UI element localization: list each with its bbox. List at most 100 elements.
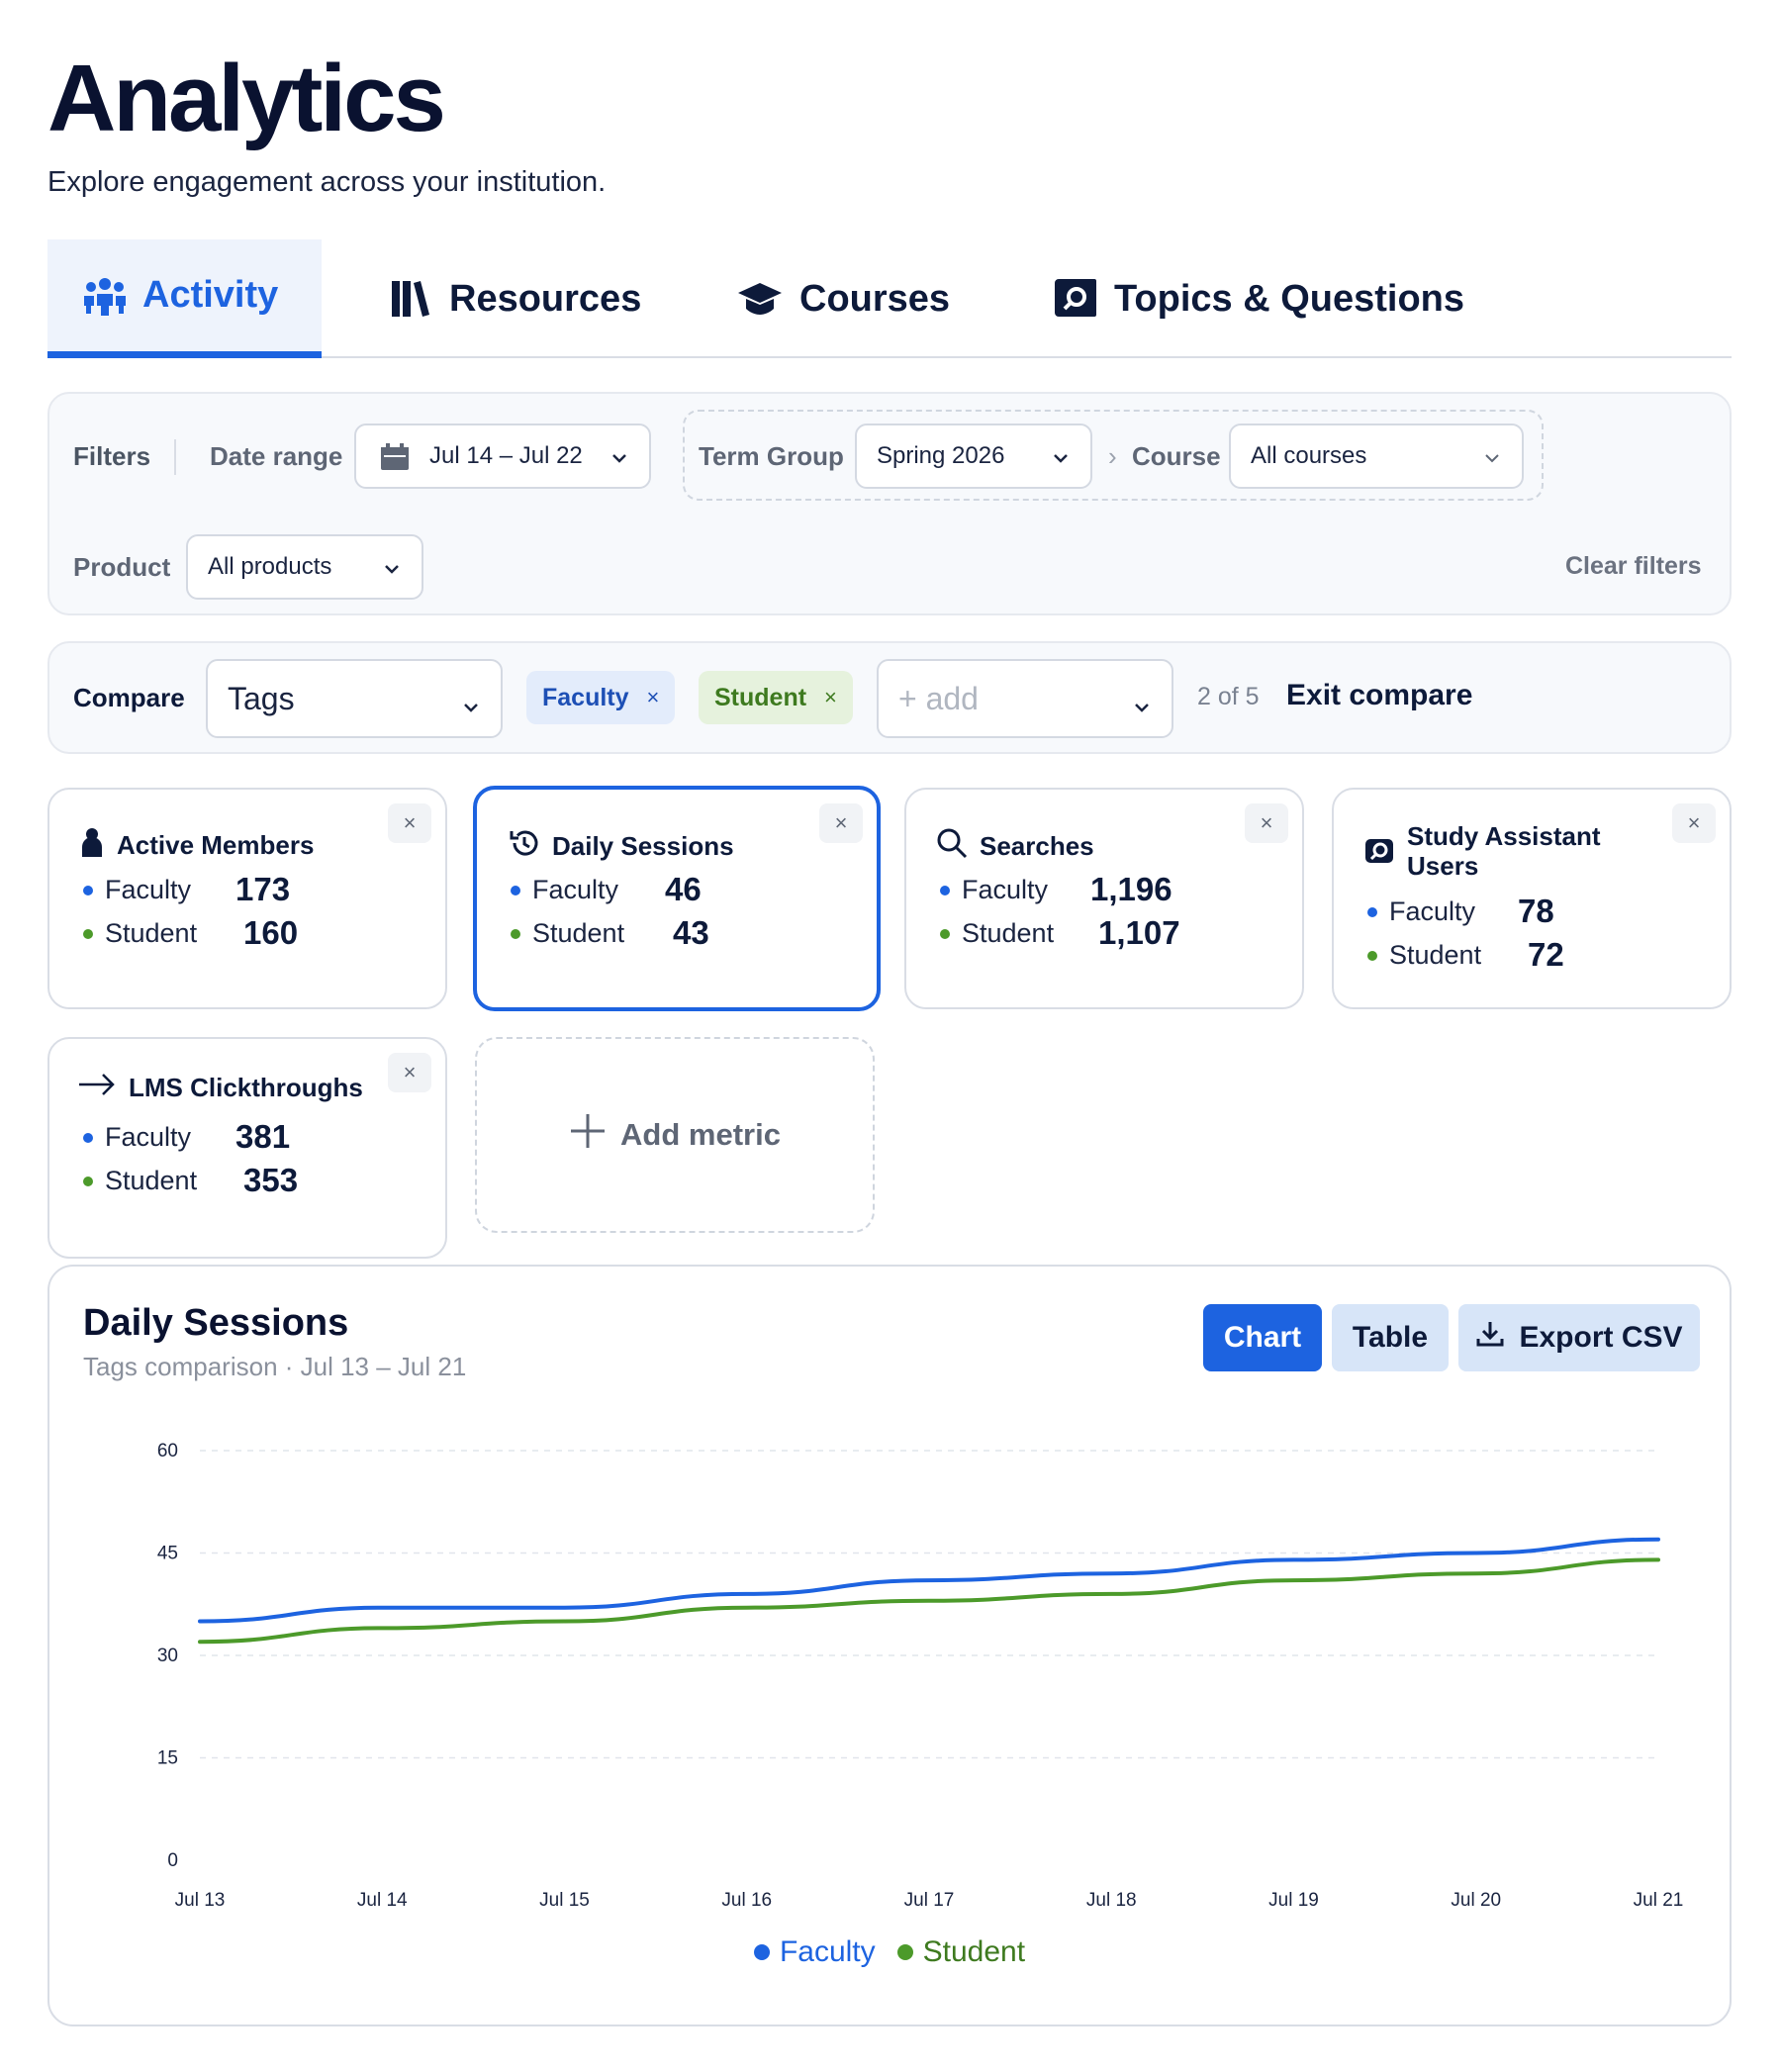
topic-search-icon [1053,277,1098,321]
metric-title: Study Assistant Users [1407,821,1601,881]
add-tag-placeholder: + add [898,680,979,716]
faculty-row: Faculty [1367,896,1475,927]
search-icon [936,827,968,866]
metric-card-lms-clickthroughs[interactable]: LMS Clickthroughs × Faculty 381 Student … [47,1037,447,1259]
remove-metric-button[interactable]: × [388,1053,431,1092]
course-select[interactable]: All courses [1229,424,1524,489]
tab-bar: Activity Resources Courses Topics & Ques… [47,239,1732,358]
tab-label: Topics & Questions [1114,277,1465,320]
download-icon [1475,1319,1505,1357]
chart-view-button[interactable]: Chart [1203,1304,1322,1371]
student-value: 160 [243,914,299,951]
legend-label: Faculty [779,1935,876,1968]
faculty-dot [1367,906,1377,917]
plus-icon [569,1112,607,1158]
student-dot [83,1176,93,1186]
faculty-value: 381 [235,1118,291,1155]
student-dot [511,928,520,939]
graduation-cap-icon [736,279,784,319]
metric-card-daily-sessions[interactable]: Daily Sessions × Faculty 46 Student 43 [473,786,881,1011]
x-tick-label: Jul 19 [1268,1890,1319,1911]
metric-card-study-assistant-users[interactable]: Study Assistant Users × Faculty 78 Stude… [1332,788,1732,1009]
history-icon [509,827,540,866]
student-value: 72 [1528,936,1564,973]
legend-dot [896,1944,913,1960]
legend-dot [753,1944,770,1960]
compare-by-select[interactable]: Tags [206,659,503,738]
chip-faculty: Faculty × [526,671,676,724]
chevron-down-icon [461,689,481,725]
faculty-value: 173 [235,871,291,907]
product-select[interactable]: All products [186,534,423,600]
faculty-dot [511,885,520,895]
line-chart: 60 45 30 15 0 Jul 13 Jul 14 Jul 15 Jul 16 Jul 17 J… [157,1441,1683,1911]
legend-item-faculty[interactable]: Faculty [753,1935,876,1969]
series-label: Faculty [532,875,619,904]
metric-title-line: Users [1407,851,1479,881]
add-metric-label: Add metric [620,1117,781,1152]
chart-legend: Faculty Student [49,1935,1730,1969]
compare-by-value: Tags [228,680,295,716]
series-label: Student [105,1166,198,1195]
date-range-value: Jul 14 – Jul 22 [429,442,583,469]
product-label: Product [73,552,171,582]
metric-card-searches[interactable]: Searches × Faculty 1,196 Student 1,107 [904,788,1304,1009]
metric-card-active-members[interactable]: Active Members × Faculty 173 Student 160 [47,788,447,1009]
student-row: Student [83,1166,197,1196]
term-group-select[interactable]: Spring 2026 [855,424,1092,489]
exit-compare-button[interactable]: Exit compare [1286,679,1472,712]
remove-metric-button[interactable]: × [1245,803,1288,843]
series-label: Student [105,918,198,948]
remove-metric-button[interactable]: × [1672,803,1716,843]
chip-label: Student [714,683,807,711]
add-metric-button[interactable]: Add metric [475,1037,875,1233]
tab-topics-questions[interactable]: Topics & Questions [1017,239,1500,358]
student-value: 1,107 [1098,914,1180,951]
x-tick-label: Jul 17 [904,1890,955,1911]
chevron-down-icon [609,447,629,475]
clear-filters-link[interactable]: Clear filters [1565,552,1702,581]
tab-resources[interactable]: Resources [354,239,677,358]
tab-label: Resources [449,277,642,320]
remove-chip-icon[interactable]: × [824,685,837,710]
x-tick-label: Jul 14 [357,1890,408,1911]
filters-panel: Filters Date range Jul 14 – Jul 22 Term … [47,392,1732,615]
card-title: Study Assistant Users [1363,821,1601,881]
chart-title: Daily Sessions [83,1302,349,1344]
add-tag-select[interactable]: + add [877,659,1173,738]
term-group-label: Term Group [699,441,844,471]
date-range-select[interactable]: Jul 14 – Jul 22 [354,424,651,489]
people-icon [83,274,127,318]
y-tick-label: 60 [157,1441,178,1461]
student-dot [940,928,950,939]
series-label: Faculty [105,875,192,904]
series-label: Faculty [1389,896,1476,926]
remove-metric-button[interactable]: × [388,803,431,843]
series-label: Faculty [962,875,1049,904]
chart-subtitle: Tags comparison · Jul 13 – Jul 21 [83,1352,467,1381]
tab-courses[interactable]: Courses [701,239,985,358]
remove-chip-icon[interactable]: × [647,685,660,710]
chart-panel: Daily Sessions Tags comparison · Jul 13 … [47,1265,1732,2026]
card-title: LMS Clickthroughs [79,1073,363,1103]
y-tick-label: 0 [167,1850,178,1871]
product-value: All products [208,553,332,580]
export-csv-button[interactable]: Export CSV [1458,1304,1700,1371]
date-range-label: Date range [210,441,343,471]
card-title: Searches [936,827,1094,866]
remove-metric-button[interactable]: × [819,803,863,843]
student-row: Student [83,918,197,949]
chevron-down-icon [382,558,402,586]
chevron-down-icon [1051,447,1071,475]
faculty-row: Faculty [940,875,1048,905]
legend-item-student[interactable]: Student [896,1935,1025,1969]
series-line-student [198,1557,1660,1645]
student-value: 43 [673,914,709,951]
table-view-button[interactable]: Table [1332,1304,1449,1371]
y-tick-label: 15 [157,1748,178,1769]
calendar-icon [380,443,410,478]
student-value: 353 [243,1162,299,1198]
tab-activity[interactable]: Activity [47,239,322,358]
breadcrumb-separator: › [1108,441,1117,471]
divider [174,439,176,475]
